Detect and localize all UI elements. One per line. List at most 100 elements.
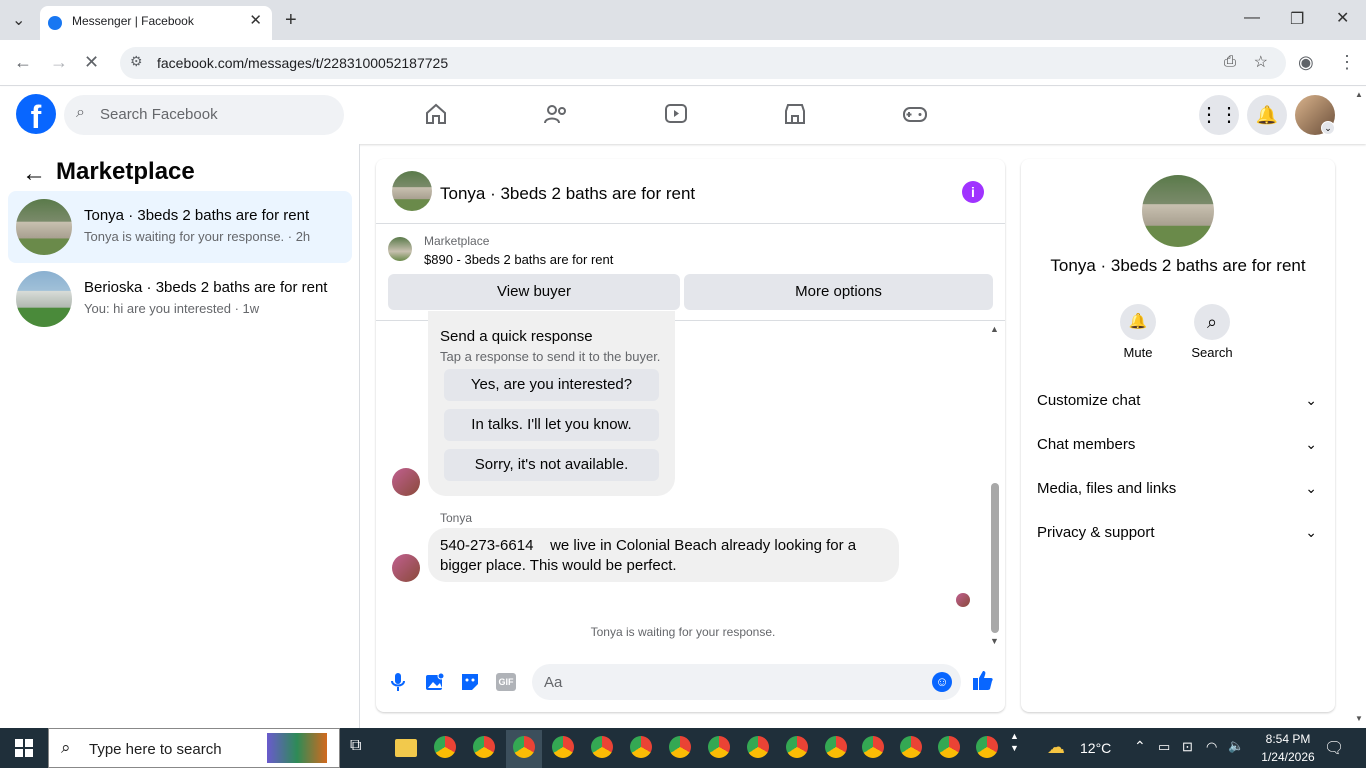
marketplace-heading: Marketplace <box>56 158 195 185</box>
chrome-profile-icon[interactable] <box>669 736 691 758</box>
privacy-support-section[interactable]: Privacy & support ⌄ <box>1037 524 1323 548</box>
sender-name: Tonya <box>440 511 473 525</box>
microphone-icon[interactable] <box>390 672 406 692</box>
video-icon[interactable] <box>664 102 688 126</box>
waiting-status: Tonya is waiting for your response. <box>590 625 776 639</box>
chat-scrollbar-thumb[interactable] <box>991 483 999 633</box>
notification-center-icon[interactable]: 🗨 <box>1324 738 1344 758</box>
file-explorer-icon[interactable] <box>395 739 417 757</box>
task-view-icon[interactable]: ⧉ <box>350 737 361 755</box>
tray-chevron-icon[interactable]: ⌃ <box>1134 738 1146 755</box>
section-label: Chat members <box>1037 436 1136 453</box>
chrome-profile-icon[interactable] <box>900 736 922 758</box>
clock-time[interactable]: 8:54 PM <box>1258 732 1318 746</box>
photo-attach-icon[interactable] <box>425 672 445 692</box>
omnibox[interactable]: ⚙ facebook.com/messages/t/22831000521877… <box>120 47 1286 79</box>
media-files-links-section[interactable]: Media, files and links ⌄ <box>1037 480 1323 504</box>
sticker-icon[interactable] <box>460 672 480 692</box>
windows-start-icon[interactable] <box>15 739 33 757</box>
quick-response-option[interactable]: Yes, are you interested? <box>444 369 659 401</box>
chevron-down-icon: ⌄ <box>1305 436 1317 452</box>
menu-kebab-icon[interactable]: ⋮ <box>1338 52 1356 73</box>
bookmark-star-icon[interactable]: ☆ <box>1254 52 1268 72</box>
chrome-profile-icon[interactable] <box>591 736 613 758</box>
chrome-profile-icon[interactable] <box>825 736 847 758</box>
stop-loading-icon[interactable]: ✕ <box>84 52 99 73</box>
chrome-profile-icon[interactable] <box>513 736 535 758</box>
facebook-search-input[interactable]: ⌕ Search Facebook <box>64 95 344 135</box>
quick-response-option[interactable]: Sorry, it's not available. <box>444 449 659 481</box>
site-info-icon[interactable]: ⚙ <box>130 53 143 70</box>
volume-icon[interactable]: 🔈 <box>1228 738 1244 754</box>
chrome-profile-icon[interactable] <box>747 736 769 758</box>
minimize-icon[interactable]: — <box>1244 9 1260 27</box>
notifications-bell-icon[interactable]: 🔔 <box>1247 95 1287 135</box>
device-icon[interactable]: ⊡ <box>1182 739 1193 755</box>
page-scroll-up-icon[interactable]: ▲ <box>1355 90 1363 99</box>
chrome-profile-icon[interactable] <box>630 736 652 758</box>
battery-icon[interactable]: ▭ <box>1158 739 1170 755</box>
message-bubble[interactable]: 540-273-6614 we live in Colonial Beach a… <box>428 528 899 582</box>
new-tab-icon[interactable]: + <box>285 9 297 32</box>
listing-price-title[interactable]: $890 - 3beds 2 baths are for rent <box>424 252 613 267</box>
taskbar-overflow-icon[interactable]: ▲ ▼ <box>1010 730 1019 754</box>
weather-icon[interactable]: ☁ <box>1047 737 1065 758</box>
mute-bell-icon[interactable]: 🔔 <box>1120 304 1156 340</box>
menu-grid-icon[interactable]: ⋮⋮ <box>1199 95 1239 135</box>
mute-label: Mute <box>1123 345 1153 360</box>
profile-icon[interactable]: ◉ <box>1298 52 1314 73</box>
back-icon[interactable]: ← <box>14 52 32 73</box>
sender-avatar[interactable] <box>392 468 420 496</box>
scroll-down-arrow-icon[interactable]: ▼ <box>990 636 999 646</box>
friends-icon[interactable] <box>543 102 569 126</box>
conversation-item[interactable]: Berioska · 3beds 2 baths are for rent Yo… <box>8 263 352 335</box>
search-conversation-icon[interactable]: ⌕ <box>1194 304 1230 340</box>
account-chevron-icon[interactable]: ⌄ <box>1321 121 1335 135</box>
chrome-icon[interactable] <box>434 736 456 758</box>
tab-title: Messenger | Facebook <box>72 14 194 28</box>
conversation-item[interactable]: Tonya · 3beds 2 baths are for rent Tonya… <box>8 191 352 263</box>
chrome-profile-icon[interactable] <box>786 736 808 758</box>
chrome-profile-icon[interactable] <box>708 736 730 758</box>
chrome-profile-icon[interactable] <box>938 736 960 758</box>
chrome-profile-icon[interactable] <box>473 736 495 758</box>
chat-avatar[interactable] <box>392 171 432 211</box>
facebook-logo[interactable]: f <box>16 94 56 134</box>
scroll-up-arrow-icon[interactable]: ▲ <box>990 324 999 334</box>
message-composer-input[interactable]: Aa ☺ <box>532 664 961 700</box>
more-options-button[interactable]: More options <box>684 274 993 310</box>
gaming-icon[interactable] <box>902 102 928 126</box>
info-icon[interactable]: i <box>962 181 984 203</box>
tab-search-icon[interactable]: ⌄ <box>12 10 25 30</box>
quick-response-option[interactable]: In talks. I'll let you know. <box>444 409 659 441</box>
quick-response-card: Send a quick response Tap a response to … <box>428 311 675 496</box>
page-scroll-down-icon[interactable]: ▼ <box>1355 714 1363 723</box>
chrome-profile-icon[interactable] <box>862 736 884 758</box>
browser-tab[interactable]: Messenger | Facebook ✕ <box>40 6 272 40</box>
section-label: Media, files and links <box>1037 480 1177 497</box>
weather-temp[interactable]: 12°C <box>1080 740 1111 756</box>
install-app-icon[interactable]: ⎙ <box>1224 53 1236 70</box>
listing-mini-thumbnail <box>388 237 412 261</box>
emoji-icon[interactable]: ☺ <box>932 672 952 692</box>
sender-avatar[interactable] <box>392 554 420 582</box>
wifi-icon[interactable]: ◠ <box>1206 739 1217 755</box>
customize-chat-section[interactable]: Customize chat ⌄ <box>1037 392 1323 416</box>
view-buyer-button[interactable]: View buyer <box>388 274 680 310</box>
chat-members-section[interactable]: Chat members ⌄ <box>1037 436 1323 460</box>
forward-icon[interactable]: → <box>50 52 68 73</box>
clock-date[interactable]: 1/24/2026 <box>1252 750 1324 764</box>
marketplace-icon[interactable] <box>783 102 807 126</box>
chrome-profile-icon[interactable] <box>552 736 574 758</box>
close-tab-icon[interactable]: ✕ <box>249 11 262 29</box>
restore-icon[interactable]: ❐ <box>1290 9 1304 29</box>
home-icon[interactable] <box>424 102 448 126</box>
window-close-icon[interactable]: ✕ <box>1336 8 1349 28</box>
info-name: Tonya · 3beds 2 baths are for rent <box>1050 256 1306 275</box>
taskbar-search-box[interactable]: ⌕ Type here to search <box>48 728 340 768</box>
thumbs-up-icon[interactable] <box>972 669 994 691</box>
back-arrow-icon[interactable]: ← <box>22 160 46 188</box>
chrome-profile-icon[interactable] <box>976 736 998 758</box>
chat-header-title[interactable]: Tonya · 3beds 2 baths are for rent <box>440 184 695 204</box>
gif-icon[interactable]: GIF <box>496 673 516 691</box>
